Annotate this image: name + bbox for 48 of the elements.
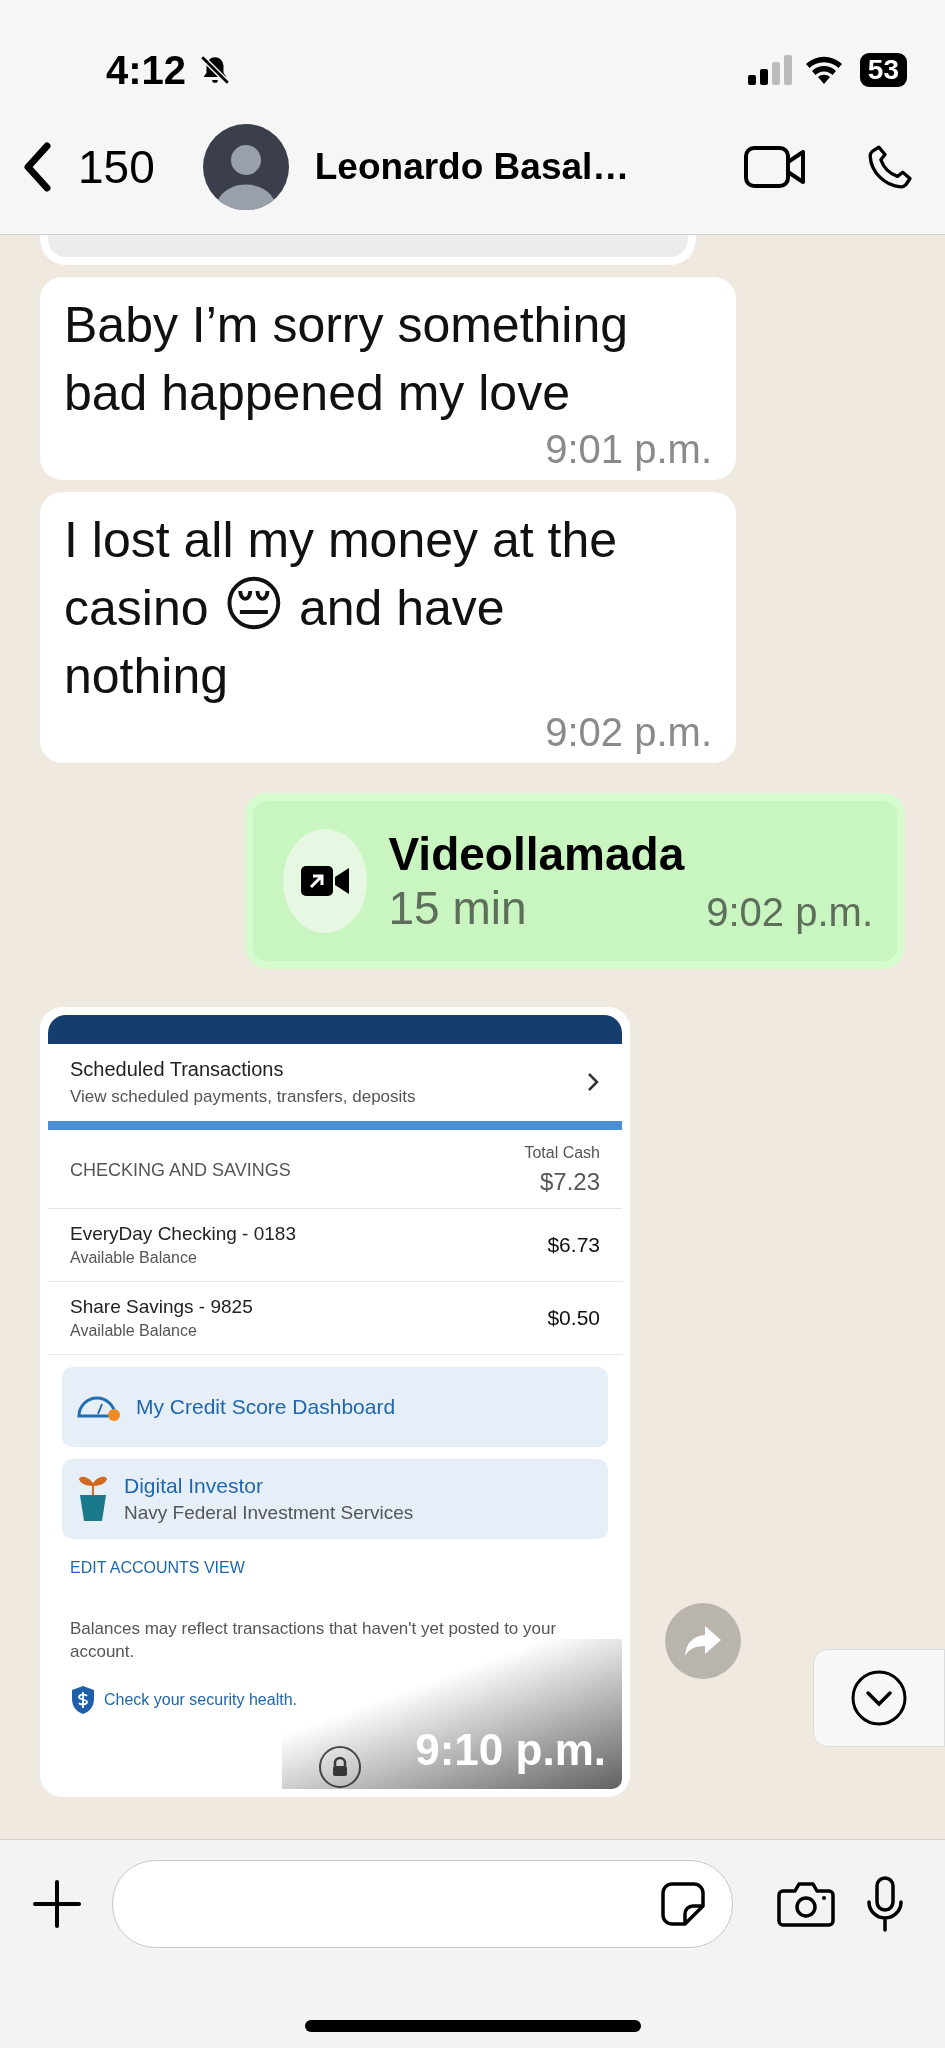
- scheduled-title[interactable]: Scheduled Transactions: [70, 1057, 416, 1081]
- unread-count[interactable]: 150: [78, 140, 155, 194]
- chevron-down-icon: [850, 1669, 908, 1727]
- tile-title: Digital Investor: [124, 1474, 264, 1498]
- balance-label: Available Balance: [70, 1322, 198, 1340]
- account-name[interactable]: EveryDay Checking - 0183: [70, 1223, 296, 1245]
- shield-icon: [70, 1685, 96, 1715]
- contact-name[interactable]: Leonardo Basal…: [314, 146, 729, 188]
- back-chevron-icon[interactable]: [22, 142, 52, 192]
- call-duration: 15 min: [388, 881, 528, 935]
- share-arrow-icon: [683, 1624, 723, 1658]
- message-text: Baby I’m sorry something bad happened my love: [64, 296, 630, 423]
- section-label: CHECKING AND SAVINGS: [70, 1159, 291, 1181]
- battery-level: 53: [859, 53, 907, 87]
- security-link[interactable]: Check your security health.: [104, 1691, 297, 1709]
- call-bubble[interactable]: Videollamada 15 min 9:02 p.m.: [245, 793, 905, 969]
- scroll-down-button[interactable]: [813, 1649, 945, 1747]
- camera-icon[interactable]: [777, 1881, 835, 1927]
- video-call-icon[interactable]: [743, 145, 807, 189]
- account-balance: $6.73: [547, 1233, 600, 1257]
- feature-tile[interactable]: My Credit Score Dashboard: [62, 1367, 608, 1447]
- avatar[interactable]: [202, 124, 289, 210]
- status-time: 4:12: [106, 47, 187, 93]
- tile-title: My Credit Score Dashboard: [136, 1395, 396, 1419]
- tile-subtitle: Navy Federal Investment Services: [124, 1502, 414, 1524]
- feature-tile[interactable]: Digital Investor Navy Federal Investment Services: [62, 1459, 608, 1539]
- microphone-icon[interactable]: [865, 1876, 905, 1932]
- message-time: 9:02 p.m.: [706, 890, 873, 935]
- message-time: 9:01 p.m.: [545, 427, 712, 472]
- total-amount: $7.23: [539, 1168, 600, 1196]
- account-balance: $0.50: [547, 1306, 600, 1330]
- chevron-right-icon: [586, 1071, 600, 1093]
- wifi-icon: [803, 55, 844, 85]
- total-label: Total Cash: [524, 1144, 600, 1162]
- image-message[interactable]: [40, 1007, 630, 1797]
- call-title: Videollamada: [388, 827, 685, 881]
- scheduled-subtitle: View scheduled payments, transfers, deposits: [70, 1086, 416, 1107]
- sticker-icon[interactable]: [660, 1881, 706, 1927]
- message-time: 9:10 p.m.: [415, 1725, 606, 1775]
- message-text: I lost all my money at the casino 😔 and have nothing: [64, 511, 618, 706]
- plus-icon[interactable]: [32, 1879, 82, 1929]
- lock-icon: [318, 1745, 362, 1789]
- signal-icon: [747, 55, 792, 85]
- account-name[interactable]: Share Savings - 9825: [70, 1296, 253, 1318]
- message-time: 9:02 p.m.: [545, 710, 712, 755]
- balance-label: Available Balance: [70, 1249, 198, 1267]
- edit-accounts-link[interactable]: EDIT ACCOUNTS VIEW: [70, 1559, 600, 1577]
- disclaimer-text: Balances may reflect transactions that haven't yet posted to your account.: [70, 1618, 558, 1663]
